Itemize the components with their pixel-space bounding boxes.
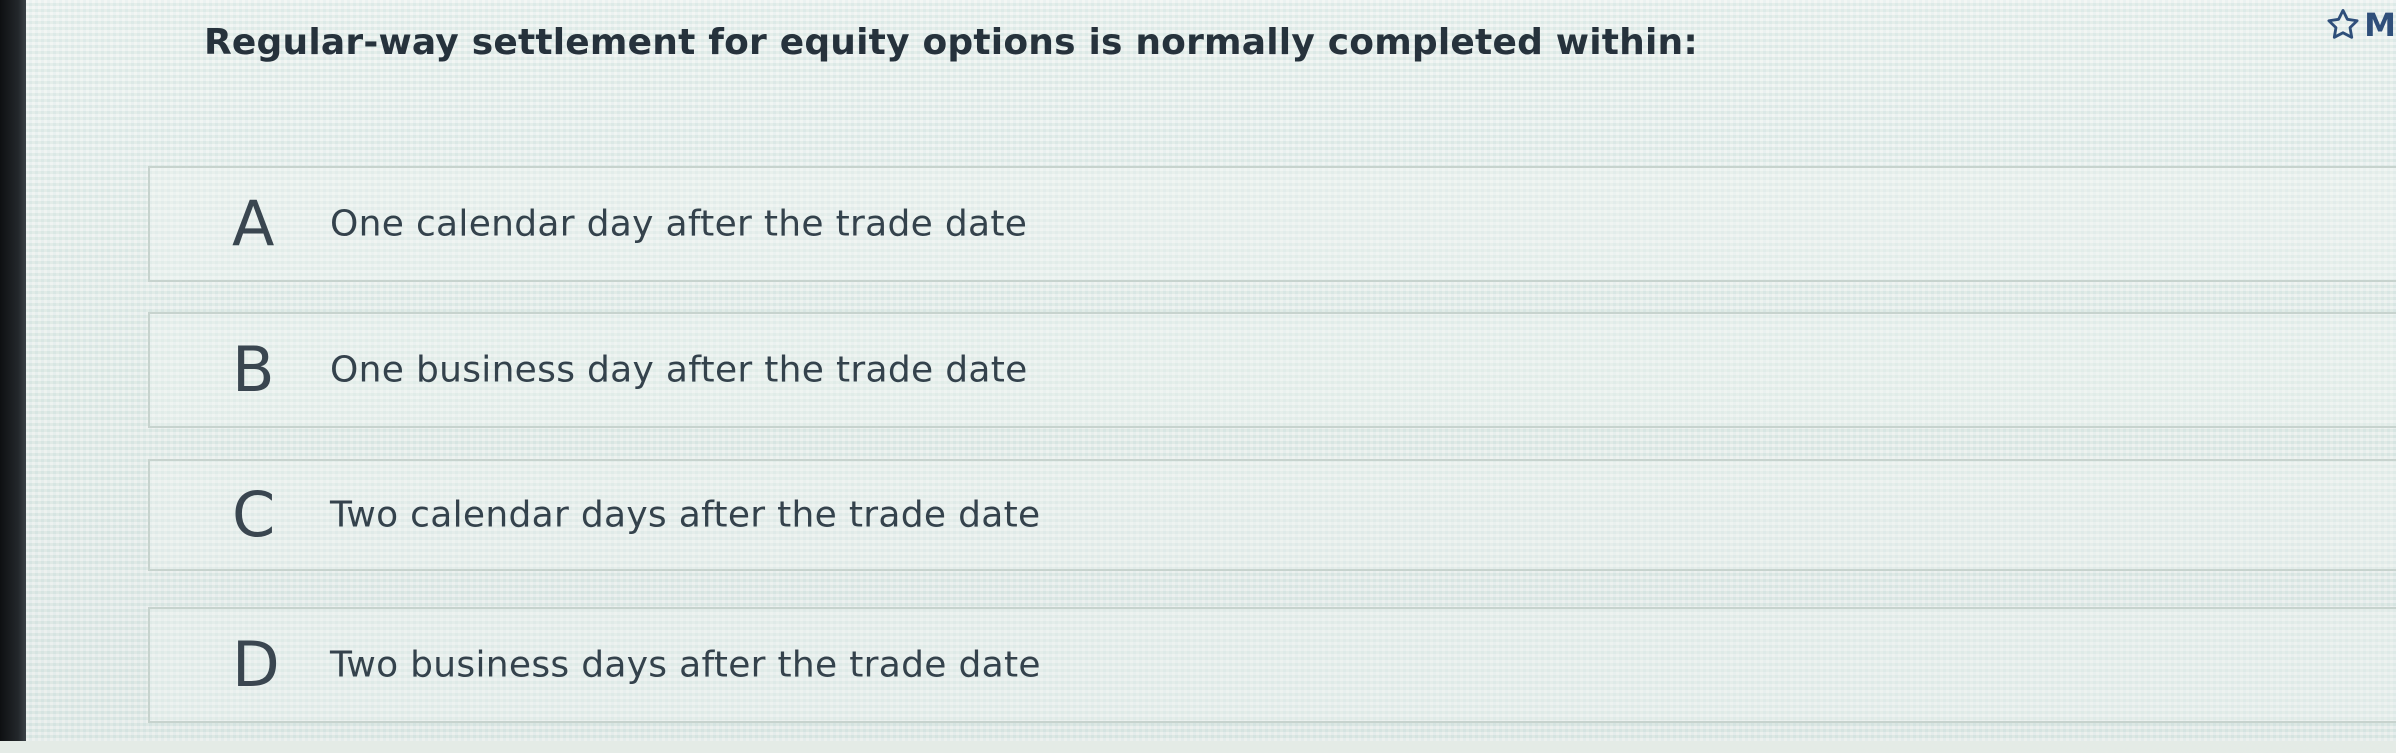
answer-options: A One calendar day after the trade date …: [148, 166, 2396, 753]
star-outline-icon: [2324, 6, 2362, 44]
option-c[interactable]: C Two calendar days after the trade date: [148, 459, 2396, 571]
option-text: One calendar day after the trade date: [330, 203, 1028, 245]
quiz-screen: Regular-way settlement for equity option…: [26, 0, 2396, 741]
option-text: Two calendar days after the trade date: [330, 494, 1041, 536]
question-text: Regular-way settlement for equity option…: [204, 22, 1698, 63]
option-letter: C: [232, 478, 276, 551]
screen-bezel: [0, 0, 26, 741]
option-letter: B: [232, 333, 275, 406]
option-b[interactable]: B One business day after the trade date: [148, 312, 2396, 428]
mark-question-button[interactable]: M: [2324, 6, 2396, 44]
option-d[interactable]: D Two business days after the trade date: [148, 607, 2396, 723]
option-letter: A: [232, 187, 275, 260]
option-text: Two business days after the trade date: [330, 644, 1041, 686]
option-text: One business day after the trade date: [330, 349, 1028, 391]
option-letter: D: [232, 628, 280, 701]
mark-button-label: M: [2364, 6, 2396, 44]
option-a[interactable]: A One calendar day after the trade date: [148, 166, 2396, 282]
